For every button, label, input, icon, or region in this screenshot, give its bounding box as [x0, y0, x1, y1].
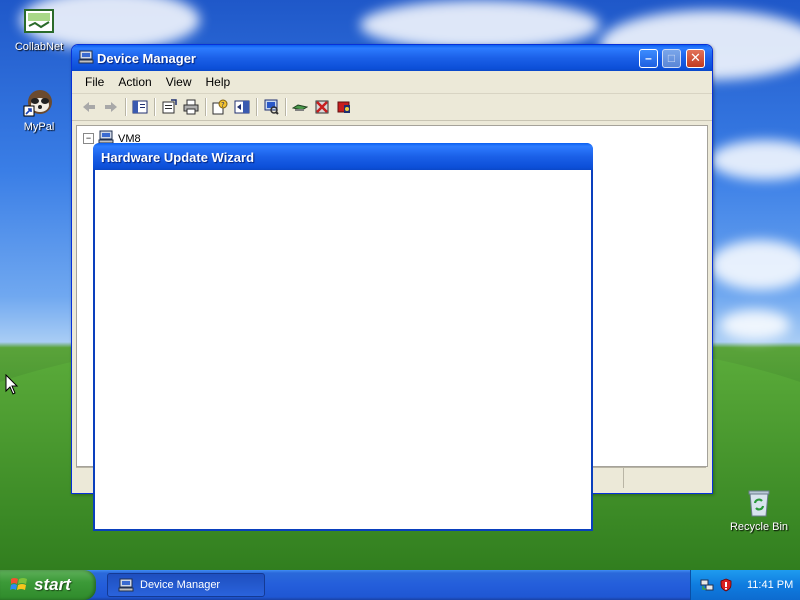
menu-file[interactable]: File: [78, 75, 111, 89]
system-tray: 11:41 PM: [690, 570, 800, 600]
recycle-bin-icon: [743, 486, 775, 518]
properties-icon: [162, 99, 177, 114]
collapse-icon[interactable]: −: [83, 133, 94, 144]
security-shield-icon[interactable]: [719, 578, 733, 592]
minimize-icon: –: [645, 51, 652, 65]
hardware-update-wizard-dialog[interactable]: Hardware Update Wizard: [93, 143, 593, 531]
printer-icon: [183, 99, 199, 115]
maximize-icon: □: [667, 51, 676, 65]
toolbar-separator: [256, 98, 257, 116]
back-button[interactable]: [78, 97, 100, 117]
computer-icon: [118, 578, 134, 592]
network-icon[interactable]: [700, 578, 714, 592]
properties-button[interactable]: [158, 97, 180, 117]
toolbar: ?: [72, 94, 712, 121]
menu-bar: File Action View Help: [72, 71, 712, 94]
update-driver-button[interactable]: [289, 97, 311, 117]
window-title: Device Manager: [97, 51, 196, 66]
forward-arrow-icon: [105, 102, 117, 112]
computer-icon: [78, 50, 94, 64]
desktop-icon-label: CollabNet: [14, 41, 64, 53]
desktop-icon-mypal[interactable]: MyPal: [4, 86, 74, 133]
mypal-shortcut-icon: [23, 86, 55, 118]
window-titlebar[interactable]: Device Manager – □ ✕: [72, 45, 712, 71]
wizard-title[interactable]: Hardware Update Wizard: [93, 143, 593, 170]
taskbar: start Device Manager 11:41 PM: [0, 570, 800, 600]
desktop-icon-recycle-bin[interactable]: Recycle Bin: [724, 486, 794, 533]
desktop-icon-label: Recycle Bin: [729, 521, 789, 533]
start-label: start: [34, 575, 71, 594]
desktop-icon-collabnet[interactable]: CollabNet: [4, 6, 74, 53]
taskbar-item-label: Device Manager: [140, 579, 221, 591]
maximize-button[interactable]: □: [662, 49, 681, 68]
action-pane-button[interactable]: [231, 97, 253, 117]
help-icon: ?: [212, 99, 228, 115]
print-button[interactable]: [180, 97, 202, 117]
help-button[interactable]: ?: [209, 97, 231, 117]
console-tree-icon: [132, 100, 148, 114]
mouse-cursor-icon: [5, 374, 19, 395]
menu-action[interactable]: Action: [111, 75, 158, 89]
show-hide-tree-button[interactable]: [129, 97, 151, 117]
scan-hardware-button[interactable]: [260, 97, 282, 117]
back-arrow-icon: [83, 102, 95, 112]
minimize-button[interactable]: –: [639, 49, 658, 68]
svg-text:?: ?: [221, 101, 225, 109]
windows-logo-icon: [10, 576, 28, 594]
start-button[interactable]: start: [0, 570, 96, 600]
update-driver-icon: [292, 104, 308, 111]
uninstall-icon: [315, 100, 329, 114]
collabnet-icon: [23, 6, 55, 38]
menu-help[interactable]: Help: [199, 75, 238, 89]
uninstall-button[interactable]: [311, 97, 333, 117]
clock[interactable]: 11:41 PM: [747, 579, 793, 591]
close-button[interactable]: ✕: [686, 49, 705, 68]
forward-button[interactable]: [100, 97, 122, 117]
action-pane-icon: [234, 100, 250, 114]
disable-button[interactable]: [333, 97, 355, 117]
desktop-icon-label: MyPal: [23, 121, 55, 133]
toolbar-separator: [285, 98, 286, 116]
taskbar-item-device-manager[interactable]: Device Manager: [107, 573, 265, 597]
menu-view[interactable]: View: [159, 75, 199, 89]
disable-device-icon: [337, 101, 350, 113]
close-icon: ✕: [690, 50, 701, 65]
toolbar-separator: [205, 98, 206, 116]
toolbar-separator: [154, 98, 155, 116]
toolbar-separator: [125, 98, 126, 116]
scan-hardware-icon: [264, 99, 279, 115]
